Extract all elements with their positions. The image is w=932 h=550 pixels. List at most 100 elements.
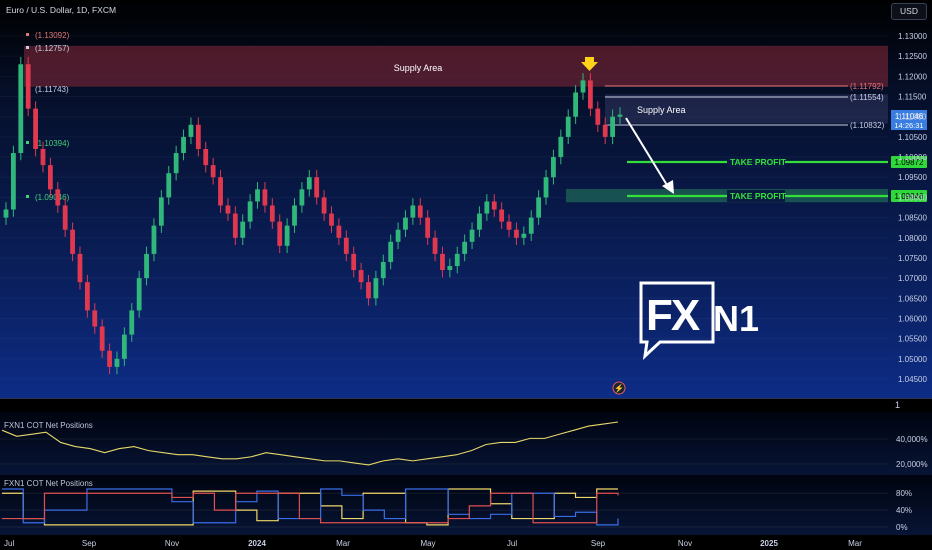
y-tick-label: 1.09500 <box>898 173 927 182</box>
x-tick-label: Jul <box>507 539 517 548</box>
symbol-title[interactable]: Euro / U.S. Dollar, 1D, FXCM <box>6 5 116 15</box>
candle-body <box>292 205 297 226</box>
candle-body <box>121 334 127 359</box>
candle-body <box>469 229 475 242</box>
indicator-1-label[interactable]: FXN1 COT Net Positions <box>4 421 93 430</box>
y-tick-label: 1.09000 <box>898 193 927 202</box>
x-tick-label: Mar <box>336 539 350 548</box>
candle-body <box>188 124 194 137</box>
candle-body <box>306 177 312 190</box>
candle-body <box>565 116 571 137</box>
candle-body <box>247 201 253 222</box>
candle-body <box>136 278 142 311</box>
candle-body <box>40 148 46 166</box>
candle-body <box>580 80 586 93</box>
pane-separator[interactable]: 1 <box>0 398 932 412</box>
candle-body <box>573 92 579 117</box>
level-label-right: (1.10832) <box>850 121 885 130</box>
candle-body <box>514 229 519 238</box>
candle-body <box>129 310 135 335</box>
candle-body <box>343 237 349 254</box>
candle-body <box>388 241 394 262</box>
price-chart-pane[interactable]: Supply Area Supply Area (1.13092) (1.12757… <box>0 0 932 398</box>
candle-body <box>410 205 416 218</box>
supply-zone-1-label: Supply Area <box>394 63 443 73</box>
candle-body <box>218 177 223 206</box>
indicator-2-label[interactable]: FXN1 COT Net Positions <box>4 479 93 488</box>
x-tick-label: Sep <box>82 539 97 548</box>
projection-arrow <box>625 117 671 191</box>
candle-body <box>299 189 305 206</box>
level-marker <box>26 33 29 36</box>
candle-body <box>269 205 275 222</box>
indicator-pane-1[interactable]: 40,000% 20,000% FXN1 COT Net Positions <box>0 412 932 474</box>
candle-body <box>521 233 527 238</box>
candle-body <box>210 165 216 178</box>
candle-body <box>595 108 601 125</box>
candle-body <box>107 350 112 367</box>
level-marker <box>26 46 29 49</box>
candle-body <box>314 177 320 198</box>
y-tick-label: 1.12000 <box>898 72 927 81</box>
candle-body <box>225 205 231 214</box>
candle-body <box>329 213 334 226</box>
candle-body <box>528 217 534 234</box>
candle-body <box>232 213 238 238</box>
candle-body <box>484 201 490 214</box>
candle-body <box>203 148 209 166</box>
level-label-right: (1.11554) <box>850 93 884 102</box>
candle-body <box>181 136 186 154</box>
take-profit-label: TAKE PROFIT <box>730 157 787 167</box>
level-label-left: (1.10394) <box>35 139 70 148</box>
candle-body <box>99 326 105 351</box>
price-chart[interactable]: Supply Area Supply Area (1.13092) (1.12757… <box>0 0 932 398</box>
ind1-tick-label: 20,000% <box>896 460 928 469</box>
indicator-pane-2[interactable]: 80% 40% 0% FXN1 COT Net Positions <box>0 475 932 535</box>
currency-button[interactable]: USD <box>891 3 927 20</box>
y-tick-label: 1.10500 <box>898 133 927 142</box>
y-tick-label: 1.08500 <box>898 214 927 223</box>
candle-body <box>173 153 179 174</box>
level-label-right: (1.11792) <box>850 82 884 91</box>
candle-body <box>18 64 24 154</box>
candle-body <box>358 270 364 283</box>
candle-body <box>610 116 616 137</box>
x-tick-label: Jul <box>4 539 14 548</box>
x-tick-label: Sep <box>591 539 606 548</box>
supply-zone-1[interactable] <box>24 45 888 87</box>
ind1-series-line <box>1 421 619 466</box>
y-tick-label: 1.11000 <box>898 113 927 122</box>
candlestick-series <box>3 56 623 375</box>
candle-body <box>602 124 608 137</box>
time-axis[interactable]: Jul Sep Nov 2024 Mar May Jul Sep Nov 2025 Mar <box>0 535 932 550</box>
candle-body <box>425 217 431 238</box>
logo-n1-text: N1 <box>713 298 759 339</box>
candle-body <box>499 209 505 222</box>
level-marker <box>26 195 29 198</box>
candle-body <box>432 237 438 254</box>
level-label-left: (1.11743) <box>35 85 69 94</box>
candle-body <box>558 136 564 158</box>
candle-body <box>403 217 408 230</box>
candle-body <box>77 253 83 283</box>
candle-body <box>255 189 260 202</box>
supply-zone-2-label: Supply Area <box>637 105 686 115</box>
price-axis: 1.13000 1.12500 1.12000 1.11500 1.11000 1.105… <box>898 32 927 384</box>
x-tick-label: Nov <box>165 539 179 548</box>
indicator-2-chart[interactable]: 80% 40% 0% <box>0 475 932 535</box>
candle-body <box>454 253 460 267</box>
indicator-1-chart[interactable]: 40,000% 20,000% <box>0 412 932 474</box>
candle-body <box>151 225 157 254</box>
candle-body <box>70 229 75 254</box>
take-profit-label: TAKE PROFIT <box>730 191 787 201</box>
candle-body <box>417 205 423 218</box>
y-tick-label: 1.07000 <box>898 274 927 283</box>
level-label-left: (1.13092) <box>35 31 70 40</box>
logo-fx-text: FX <box>646 291 700 340</box>
candle-body <box>543 177 549 198</box>
ind1-tick-label: 40,000% <box>896 435 928 444</box>
y-tick-label: 1.05000 <box>898 355 927 364</box>
candle-body <box>380 261 386 279</box>
candle-body <box>321 197 327 214</box>
candle-body <box>55 189 61 206</box>
